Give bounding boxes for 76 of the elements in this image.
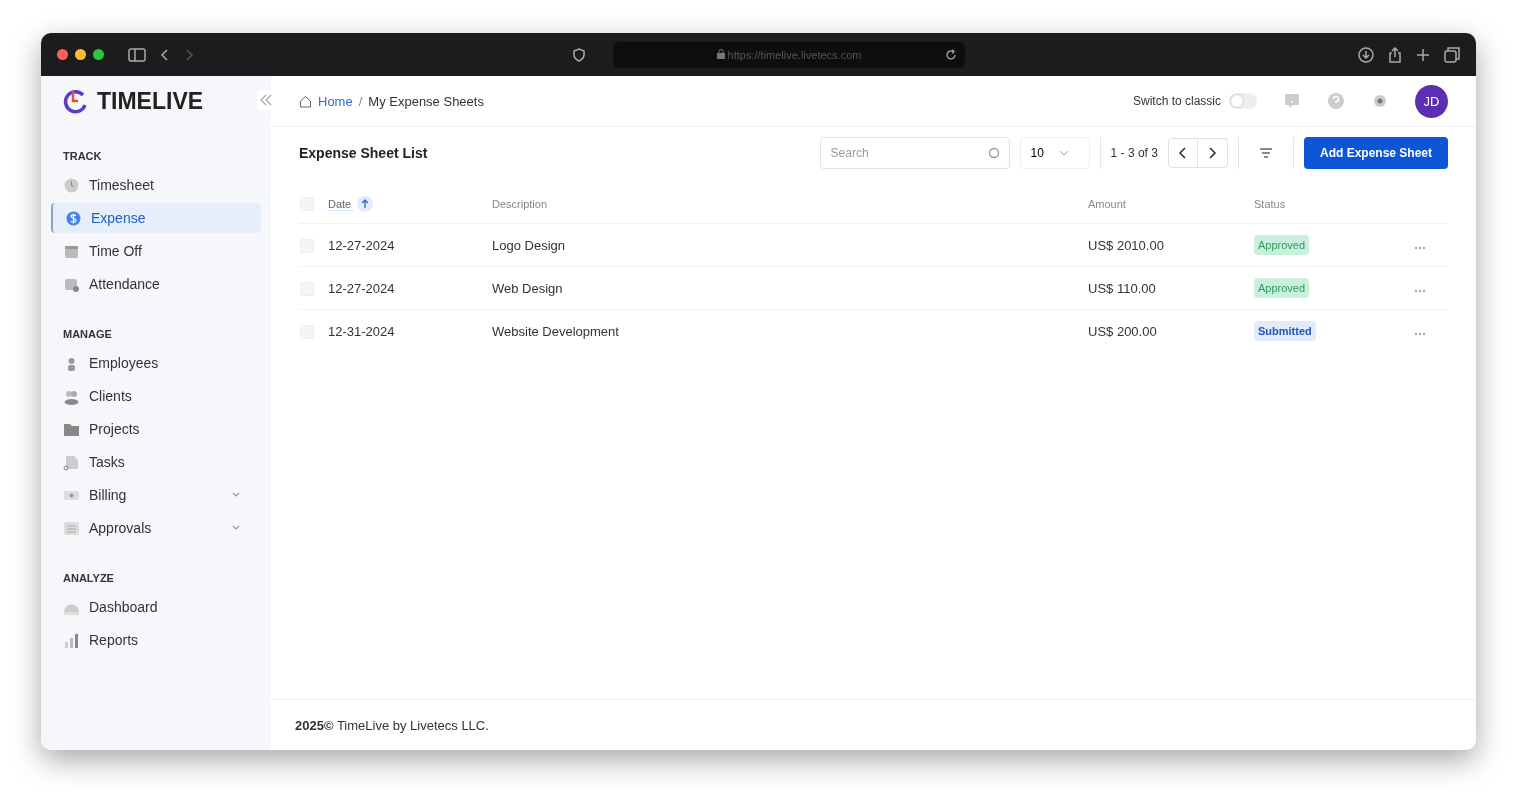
status-badge: Approved	[1254, 278, 1310, 298]
nav-item[interactable]: Employees	[51, 348, 261, 378]
document-icon	[63, 453, 80, 471]
more-icon[interactable]	[1413, 288, 1426, 293]
search-icon	[987, 147, 1000, 159]
url-text: https://timelive.livetecs.com	[726, 48, 862, 61]
lock-icon	[716, 48, 725, 59]
status-badge: Submitted	[1254, 321, 1316, 341]
download-icon[interactable]	[1358, 46, 1374, 63]
more-icon[interactable]	[1413, 245, 1426, 250]
more-icon[interactable]	[1413, 331, 1426, 336]
settings-icon[interactable]	[1371, 92, 1389, 110]
home-icon[interactable]	[299, 94, 312, 108]
nav-item[interactable]: Time Off	[51, 236, 261, 266]
column-header[interactable]: Date	[328, 197, 354, 211]
nav-item[interactable]: Dashboard	[51, 592, 261, 622]
nav-item[interactable]: Billing	[51, 480, 261, 510]
window-control-dot[interactable]	[93, 49, 104, 60]
tabs-icon[interactable]	[1444, 46, 1460, 63]
page-range: 1 - 3 of 3	[1110, 146, 1158, 160]
table-cell: 12-31-2024	[328, 323, 395, 339]
nav-item[interactable]: Reports	[51, 625, 261, 655]
breadcrumb-separator: /	[358, 93, 363, 109]
breadcrumb-current: My Expense Sheets	[368, 93, 484, 109]
table-cell: Website Development	[492, 323, 619, 339]
switch-label: Switch to classic	[1132, 94, 1221, 108]
breadcrumb-link[interactable]: Home	[318, 93, 353, 109]
status-badge: Approved	[1254, 235, 1310, 255]
dollar-icon	[65, 209, 82, 227]
nav-item[interactable]: Clients	[51, 381, 261, 411]
nav-item[interactable]: Projects	[51, 414, 261, 444]
brand-name: TIMELIVE	[97, 87, 204, 115]
list-title: Expense Sheet List	[299, 145, 429, 161]
table-cell: Web Design	[492, 280, 563, 296]
section-heading: TRACK	[63, 150, 103, 162]
table-cell: 12-27-2024	[328, 280, 395, 296]
window-control-dot[interactable]	[57, 49, 68, 60]
window-control-dot[interactable]	[75, 49, 86, 60]
bar-chart-icon	[63, 631, 80, 649]
table-cell: Logo Design	[492, 237, 565, 253]
column-header[interactable]: Status	[1254, 198, 1286, 210]
table-cell: US$ 110.00	[1088, 280, 1156, 296]
user-avatar[interactable]: JD	[1415, 84, 1448, 118]
search-field[interactable]: Search	[819, 137, 1010, 169]
table-cell: US$ 2010.00	[1088, 237, 1164, 253]
table-cell: US$ 200.00	[1088, 323, 1157, 339]
share-icon[interactable]	[1388, 46, 1402, 63]
footer-text: 2025© TimeLive by Livetecs LLC.	[295, 717, 489, 733]
nav-item[interactable]: Expense	[51, 203, 261, 233]
section-heading: ANALYZE	[63, 572, 115, 584]
nav-item[interactable]: Approvals	[51, 513, 261, 543]
clock-icon	[63, 176, 80, 194]
back-icon[interactable]	[160, 47, 170, 62]
sort-ascending-icon[interactable]	[357, 196, 374, 212]
shield-icon[interactable]	[573, 47, 586, 62]
previous-page-button[interactable]	[1167, 138, 1198, 168]
column-header[interactable]: Amount	[1088, 198, 1126, 210]
list-icon	[63, 519, 80, 537]
nav-item[interactable]: Timesheet	[51, 170, 261, 200]
forward-icon[interactable]	[184, 47, 194, 62]
sidebar-toggle-icon[interactable]	[128, 47, 146, 62]
column-header[interactable]: Description	[492, 198, 548, 210]
next-page-button[interactable]	[1197, 138, 1228, 168]
nav-item[interactable]: Tasks	[51, 447, 261, 477]
nav-item[interactable]: Attendance	[51, 269, 261, 299]
chevron-left-icon	[1177, 147, 1188, 159]
section-heading: MANAGE	[63, 328, 113, 340]
collapse-icon[interactable]	[257, 90, 275, 110]
reload-icon[interactable]	[944, 48, 957, 61]
plus-icon[interactable]	[1416, 47, 1430, 62]
chevron-right-icon	[1207, 147, 1218, 159]
clock-logo-icon	[61, 87, 89, 115]
toggle-switch[interactable]	[1229, 93, 1257, 109]
table-cell: 12-27-2024	[328, 237, 395, 253]
add-expense-sheet-button[interactable]: Add Expense Sheet	[1303, 137, 1448, 169]
page-size-select[interactable]: 10	[1019, 137, 1090, 169]
